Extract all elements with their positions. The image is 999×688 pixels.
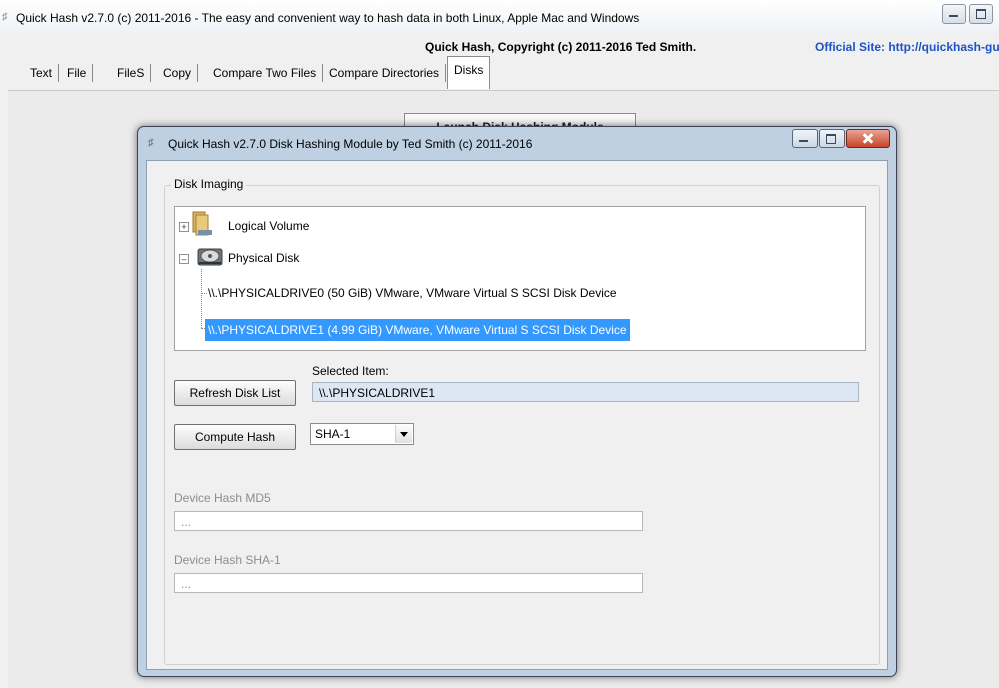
main-title-bar: ♯ Quick Hash v2.7.0 (c) 2011-2016 - The … (0, 0, 999, 34)
tree-item-physical-disk[interactable]: Physical Disk (228, 251, 299, 265)
dialog-window-controls (791, 129, 890, 148)
tab-files[interactable]: FileS (111, 64, 152, 82)
tab-disks[interactable]: Disks (447, 56, 491, 89)
disk-tree[interactable]: + Logical Volume – Physical Disk \\.\PHY… (174, 206, 866, 351)
hash-algorithm-select[interactable]: SHA-1 (310, 423, 414, 445)
tab-file[interactable]: File (61, 64, 94, 82)
md5-field[interactable]: ... (174, 511, 643, 531)
minimize-button[interactable] (942, 4, 966, 24)
sha1-label: Device Hash SHA-1 (174, 553, 281, 567)
dialog-close-button[interactable] (846, 129, 890, 148)
selected-item-label: Selected Item: (312, 364, 389, 378)
dialog-maximize-button[interactable] (819, 129, 845, 148)
hard-disk-icon (197, 248, 223, 266)
collapse-physical-disk[interactable]: – (179, 254, 189, 264)
folder-icon (192, 211, 212, 236)
chevron-down-icon[interactable] (395, 425, 412, 443)
compute-hash-button[interactable]: Compute Hash (174, 424, 296, 450)
hash-algorithm-value: SHA-1 (315, 427, 351, 441)
disk-imaging-group-label: Disk Imaging (171, 177, 247, 191)
md5-label: Device Hash MD5 (174, 491, 271, 505)
official-site-link[interactable]: Official Site: http://quickhash-gui (815, 40, 999, 54)
tab-text[interactable]: Text (24, 64, 60, 82)
tree-item-physicaldrive1[interactable]: \\.\PHYSICALDRIVE1 (4.99 GiB) VMware, VM… (205, 319, 630, 341)
main-window-controls (939, 4, 993, 27)
selected-item-field[interactable]: \\.\PHYSICALDRIVE1 (312, 382, 859, 402)
sha1-field[interactable]: ... (174, 573, 643, 593)
tab-copy[interactable]: Copy (157, 64, 199, 82)
maximize-button[interactable] (969, 4, 993, 24)
main-window-title: Quick Hash v2.7.0 (c) 2011-2016 - The ea… (16, 11, 640, 25)
tab-compare-two-files[interactable]: Compare Two Files (207, 64, 324, 82)
dialog-client-area: Disk Imaging + Logical Volume – Physical… (146, 160, 888, 670)
refresh-disk-list-button[interactable]: Refresh Disk List (174, 380, 296, 406)
dialog-minimize-button[interactable] (792, 129, 818, 148)
tab-compare-directories[interactable]: Compare Directories (323, 64, 447, 82)
dialog-title: Quick Hash v2.7.0 Disk Hashing Module by… (168, 137, 533, 151)
tree-item-physicaldrive0[interactable]: \\.\PHYSICALDRIVE0 (50 GiB) VMware, VMwa… (208, 286, 617, 300)
tree-item-logical-volume[interactable]: Logical Volume (228, 219, 309, 233)
expand-logical-volume[interactable]: + (179, 222, 189, 232)
copyright-text: Quick Hash, Copyright (c) 2011-2016 Ted … (425, 40, 697, 54)
tree-connector-line (201, 293, 207, 294)
dialog-title-bar: ♯ Quick Hash v2.7.0 Disk Hashing Module … (138, 127, 896, 159)
dialog-app-icon: ♯ (148, 137, 154, 149)
app-icon: ♯ (2, 11, 8, 23)
disk-hashing-dialog: ♯ Quick Hash v2.7.0 Disk Hashing Module … (137, 126, 897, 677)
tree-connector-line (201, 269, 202, 328)
